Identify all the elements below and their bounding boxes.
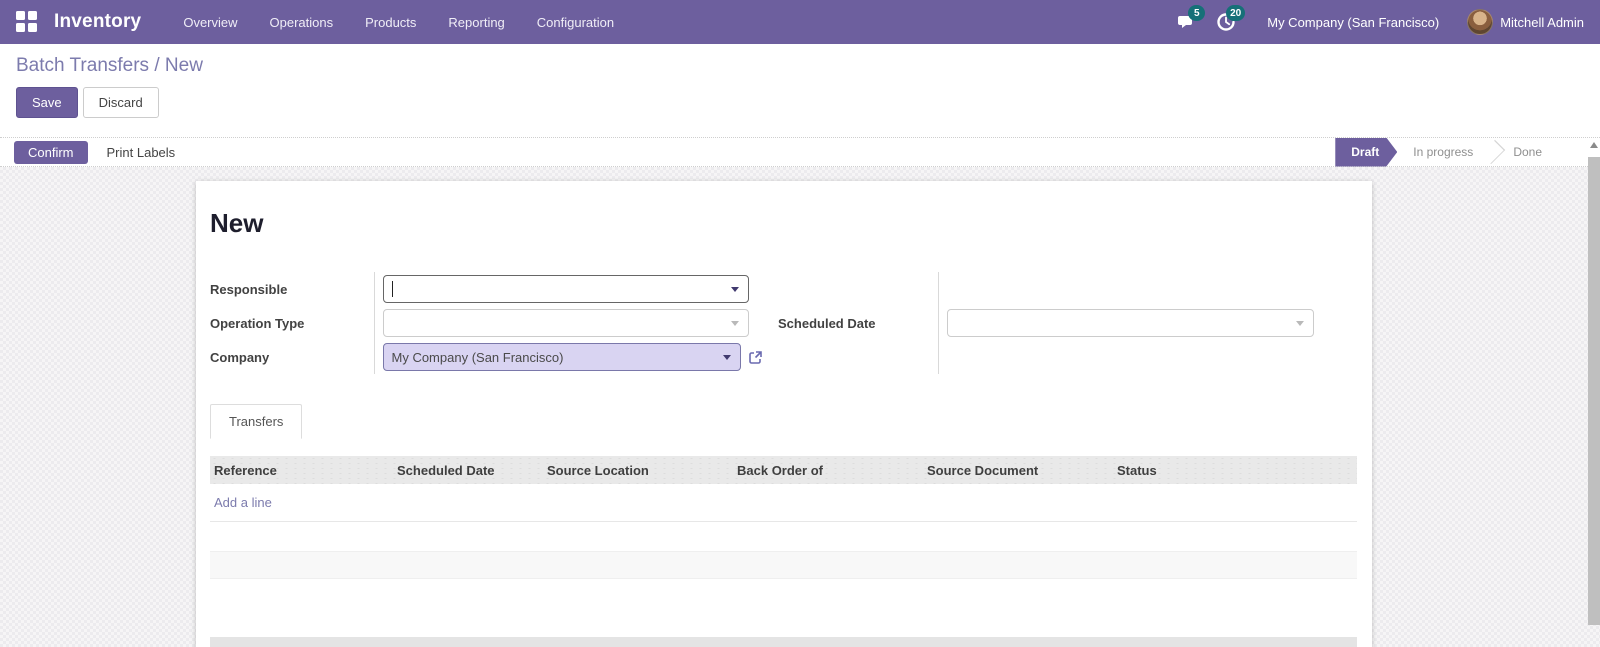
scroll-up-arrow-icon <box>1590 142 1598 148</box>
dropdown-caret-icon[interactable] <box>730 321 739 326</box>
empty-row <box>210 551 1357 579</box>
print-labels-button[interactable]: Print Labels <box>92 140 190 164</box>
dropdown-caret-icon[interactable] <box>1295 321 1304 326</box>
scheduled-date-label: Scheduled Date <box>778 315 876 331</box>
app-title[interactable]: Inventory <box>54 11 141 33</box>
dropdown-caret-icon[interactable] <box>730 287 739 292</box>
form-group-left: Responsible Operation Type Company My Co… <box>210 272 772 374</box>
menu-products[interactable]: Products <box>349 0 432 44</box>
operation-type-field[interactable] <box>382 309 749 337</box>
operation-type-label: Operation Type <box>210 315 305 331</box>
breadcrumb-parent[interactable]: Batch Transfers <box>16 55 149 76</box>
empty-row <box>210 522 1357 551</box>
control-panel: Batch Transfers / New Save Discard <box>0 44 1600 137</box>
add-a-line-link[interactable]: Add a line <box>210 495 272 510</box>
top-navbar: Inventory Overview Operations Products R… <box>0 0 1600 44</box>
apps-grid-icon[interactable] <box>16 11 38 33</box>
breadcrumb-current: New <box>164 55 203 76</box>
external-link-icon[interactable] <box>748 350 763 365</box>
activities-badge: 20 <box>1226 5 1246 21</box>
main-menu: Overview Operations Products Reporting C… <box>167 0 630 44</box>
breadcrumb-separator: / <box>149 55 165 76</box>
breadcrumb: Batch Transfers / New <box>16 55 1584 77</box>
company-field[interactable]: My Company (San Francisco) <box>382 343 741 371</box>
scheduled-date-field[interactable] <box>946 309 1314 337</box>
menu-overview[interactable]: Overview <box>167 0 253 44</box>
responsible-field[interactable] <box>382 275 749 303</box>
menu-reporting[interactable]: Reporting <box>432 0 520 44</box>
vertical-scrollbar[interactable] <box>1588 137 1600 647</box>
col-status[interactable]: Status <box>1113 463 1325 478</box>
activities-button[interactable]: 20 <box>1209 5 1246 37</box>
scrollbar-thumb[interactable] <box>1588 157 1600 625</box>
state-done[interactable]: Done <box>1497 145 1558 159</box>
statusbar: Confirm Print Labels Draft In progress D… <box>0 137 1600 167</box>
form-view-background: New Responsible Operation Type Company M… <box>0 167 1600 647</box>
user-name: Mitchell Admin <box>1500 14 1584 30</box>
save-button[interactable]: Save <box>16 87 78 118</box>
confirm-button[interactable]: Confirm <box>14 140 88 164</box>
avatar <box>1467 9 1494 35</box>
user-menu[interactable]: Mitchell Admin <box>1467 9 1584 35</box>
record-title: New <box>210 208 264 238</box>
col-reference[interactable]: Reference <box>210 463 393 478</box>
transfers-table: Reference Scheduled Date Source Location… <box>210 456 1357 647</box>
dropdown-caret-icon[interactable] <box>722 355 731 360</box>
col-scheduled-date[interactable]: Scheduled Date <box>393 463 543 478</box>
messages-button[interactable]: 5 <box>1169 5 1206 37</box>
table-header-row: Reference Scheduled Date Source Location… <box>210 456 1357 484</box>
col-source-location[interactable]: Source Location <box>543 463 733 478</box>
company-label: Company <box>210 349 270 365</box>
text-cursor <box>391 281 393 297</box>
form-sheet: New Responsible Operation Type Company M… <box>196 181 1372 647</box>
table-end-bar <box>210 637 1357 647</box>
company-value: My Company (San Francisco) <box>391 349 564 365</box>
messages-badge: 5 <box>1188 5 1206 21</box>
responsible-label: Responsible <box>210 281 288 297</box>
col-source-document[interactable]: Source Document <box>923 463 1113 478</box>
chevron-separator-icon <box>1481 139 1506 165</box>
discard-button[interactable]: Discard <box>82 87 159 118</box>
col-back-order-of[interactable]: Back Order of <box>733 463 923 478</box>
empty-row <box>210 579 1357 608</box>
tab-transfers[interactable]: Transfers <box>210 404 303 439</box>
scroll-up-button[interactable] <box>1588 137 1600 153</box>
company-switcher[interactable]: My Company (San Francisco) <box>1249 15 1461 30</box>
menu-configuration[interactable]: Configuration <box>521 0 630 44</box>
table-row: Add a line <box>210 484 1357 522</box>
state-draft[interactable]: Draft <box>1335 138 1397 167</box>
state-in-progress[interactable]: In progress <box>1397 145 1489 159</box>
state-pipeline: Draft In progress Done <box>1335 138 1558 167</box>
menu-operations[interactable]: Operations <box>254 0 350 44</box>
form-group-right: Scheduled Date <box>778 272 1357 374</box>
